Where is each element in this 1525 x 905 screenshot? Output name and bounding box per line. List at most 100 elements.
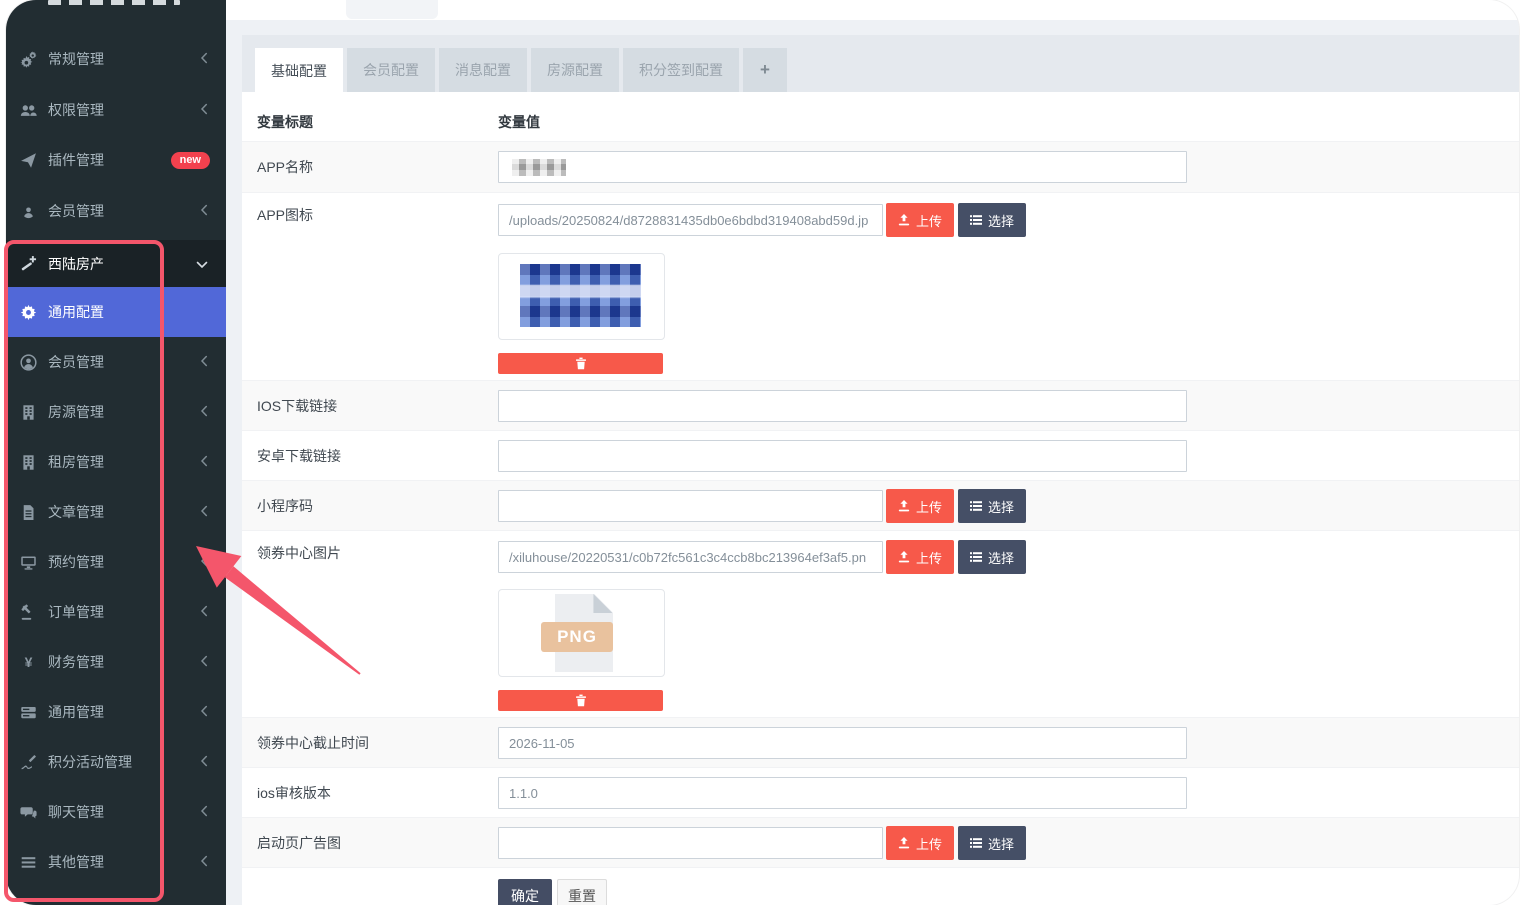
select-button[interactable]: 选择 bbox=[958, 826, 1026, 860]
form-row-coupon-image: 领券中心图片 上传 选择 PNG bbox=[242, 530, 1519, 717]
miniprogram-code-input[interactable] bbox=[498, 490, 883, 522]
confirm-button[interactable]: 确定 bbox=[498, 879, 552, 905]
sidebar-item-label: 积分活动管理 bbox=[48, 752, 200, 772]
sidebar-item-points-activity-mgmt[interactable]: 积分活动管理 bbox=[6, 737, 226, 787]
coupon-image-preview: PNG bbox=[498, 589, 665, 677]
sidebar-item-housing-mgmt[interactable]: 房源管理 bbox=[6, 387, 226, 437]
sidebar-item-permission-mgmt[interactable]: 权限管理 bbox=[6, 85, 226, 135]
cogs-icon bbox=[20, 51, 37, 68]
tab-housing-config[interactable]: 房源配置 bbox=[531, 48, 619, 92]
sidebar-item-order-mgmt[interactable]: 订单管理 bbox=[6, 587, 226, 637]
sidebar-item-member-mgmt[interactable]: 会员管理 bbox=[6, 186, 226, 236]
ios-download-link-input[interactable] bbox=[498, 390, 1187, 422]
select-button[interactable]: 选择 bbox=[958, 540, 1026, 574]
sidebar-item-chat-mgmt[interactable]: 聊天管理 bbox=[6, 787, 226, 837]
chevron-left-icon bbox=[200, 404, 208, 420]
chevron-down-icon bbox=[196, 256, 208, 272]
tab-basic-config[interactable]: 基础配置 bbox=[255, 48, 343, 93]
new-badge: new bbox=[171, 152, 210, 169]
tab-points-signin-config[interactable]: 积分签到配置 bbox=[623, 48, 739, 92]
splash-ad-input[interactable] bbox=[498, 827, 883, 859]
sidebar-item-label: 会员管理 bbox=[48, 201, 200, 221]
sidebar-item-label: 预约管理 bbox=[48, 552, 200, 572]
user-icon bbox=[20, 354, 37, 371]
add-tab-button[interactable]: + bbox=[743, 48, 787, 92]
delete-image-button[interactable] bbox=[498, 690, 663, 711]
screenshot-stage: 常规管理 权限管理 插件管理 new bbox=[0, 0, 1525, 905]
chevron-left-icon bbox=[200, 51, 208, 67]
sidebar-item-label: 常规管理 bbox=[48, 49, 200, 69]
field-label: 启动页广告图 bbox=[257, 833, 341, 853]
config-tab-bar: 基础配置 会员配置 消息配置 房源配置 积分签到配置 + bbox=[242, 35, 1519, 92]
sidebar-item-general-mgmt[interactable]: 常规管理 bbox=[6, 34, 226, 84]
sidebar-item-common-mgmt[interactable]: 通用管理 bbox=[6, 687, 226, 737]
android-download-link-input[interactable] bbox=[498, 440, 1187, 472]
upload-icon bbox=[898, 500, 910, 512]
desktop-icon bbox=[20, 554, 37, 571]
chevron-left-icon bbox=[200, 203, 208, 219]
chevron-left-icon bbox=[200, 454, 208, 470]
chat-icon bbox=[20, 804, 37, 821]
select-button[interactable]: 选择 bbox=[958, 203, 1026, 237]
sidebar-item-plugin-mgmt[interactable]: 插件管理 new bbox=[6, 135, 226, 185]
form-row-miniprogram-code: 小程序码 上传 选择 bbox=[242, 480, 1519, 530]
coupon-deadline-input[interactable] bbox=[498, 727, 1187, 759]
user-icon bbox=[20, 203, 37, 220]
field-label: APP图标 bbox=[257, 205, 313, 225]
chevron-left-icon bbox=[200, 554, 208, 570]
sidebar-item-appointment-mgmt[interactable]: 预约管理 bbox=[6, 537, 226, 587]
form-row-ios-link: IOS下载链接 bbox=[242, 380, 1519, 430]
signature-icon bbox=[20, 754, 37, 771]
trash-icon bbox=[575, 357, 587, 370]
sidebar-item-label: 文章管理 bbox=[48, 502, 200, 522]
sidebar-item-label: 插件管理 bbox=[48, 150, 171, 170]
reset-button[interactable]: 重置 bbox=[557, 879, 607, 905]
sidebar-item-other-mgmt[interactable]: 其他管理 bbox=[6, 837, 226, 887]
sidebar-item-rental-mgmt[interactable]: 租房管理 bbox=[6, 437, 226, 487]
upload-button[interactable]: 上传 bbox=[886, 826, 954, 860]
app-name-input[interactable] bbox=[498, 151, 1187, 183]
file-text-icon bbox=[20, 504, 37, 521]
magic-wand-icon bbox=[20, 255, 37, 272]
sidebar-item-label: 权限管理 bbox=[48, 100, 200, 120]
upload-button[interactable]: 上传 bbox=[886, 489, 954, 523]
upload-icon bbox=[898, 214, 910, 226]
coupon-image-path-input[interactable] bbox=[498, 541, 883, 573]
building-icon bbox=[20, 404, 37, 421]
sidebar-item-xilu-realestate[interactable]: 西陆房产 bbox=[6, 240, 226, 287]
chevron-left-icon bbox=[200, 804, 208, 820]
sidebar: 常规管理 权限管理 插件管理 new bbox=[6, 0, 226, 905]
ios-review-version-input[interactable] bbox=[498, 777, 1187, 809]
sidebar-item-label: 西陆房产 bbox=[48, 254, 196, 274]
png-label: PNG bbox=[541, 622, 613, 652]
column-header-value: 变量值 bbox=[498, 112, 540, 132]
png-file-icon: PNG bbox=[549, 594, 613, 672]
form-row-android-link: 安卓下载链接 bbox=[242, 430, 1519, 480]
building-icon bbox=[20, 454, 37, 471]
tab-message-config[interactable]: 消息配置 bbox=[439, 48, 527, 92]
sidebar-item-finance-mgmt[interactable]: ¥ 财务管理 bbox=[6, 637, 226, 687]
select-button[interactable]: 选择 bbox=[958, 489, 1026, 523]
sidebar-item-member-mgmt-sub[interactable]: 会员管理 bbox=[6, 337, 226, 387]
chevron-left-icon bbox=[200, 754, 208, 770]
app-icon-path-input[interactable] bbox=[498, 204, 883, 236]
form-row-app-name: APP名称 bbox=[242, 141, 1519, 192]
sidebar-item-label: 通用管理 bbox=[48, 702, 200, 722]
cards-icon bbox=[20, 704, 37, 721]
sidebar-item-common-config[interactable]: 通用配置 bbox=[6, 287, 226, 337]
sidebar-item-article-mgmt[interactable]: 文章管理 bbox=[6, 487, 226, 537]
upload-button[interactable]: 上传 bbox=[886, 203, 954, 237]
field-label: ios审核版本 bbox=[257, 783, 331, 803]
gavel-icon bbox=[20, 604, 37, 621]
sidebar-item-label: 财务管理 bbox=[48, 652, 200, 672]
chevron-left-icon bbox=[200, 504, 208, 520]
field-label: 领券中心截止时间 bbox=[257, 733, 369, 753]
trash-icon bbox=[575, 694, 587, 707]
delete-image-button[interactable] bbox=[498, 353, 663, 374]
upload-button[interactable]: 上传 bbox=[886, 540, 954, 574]
app-icon-image bbox=[520, 264, 641, 327]
upload-icon bbox=[898, 551, 910, 563]
tab-member-config[interactable]: 会员配置 bbox=[347, 48, 435, 92]
yen-icon: ¥ bbox=[20, 654, 37, 671]
upload-icon bbox=[898, 837, 910, 849]
